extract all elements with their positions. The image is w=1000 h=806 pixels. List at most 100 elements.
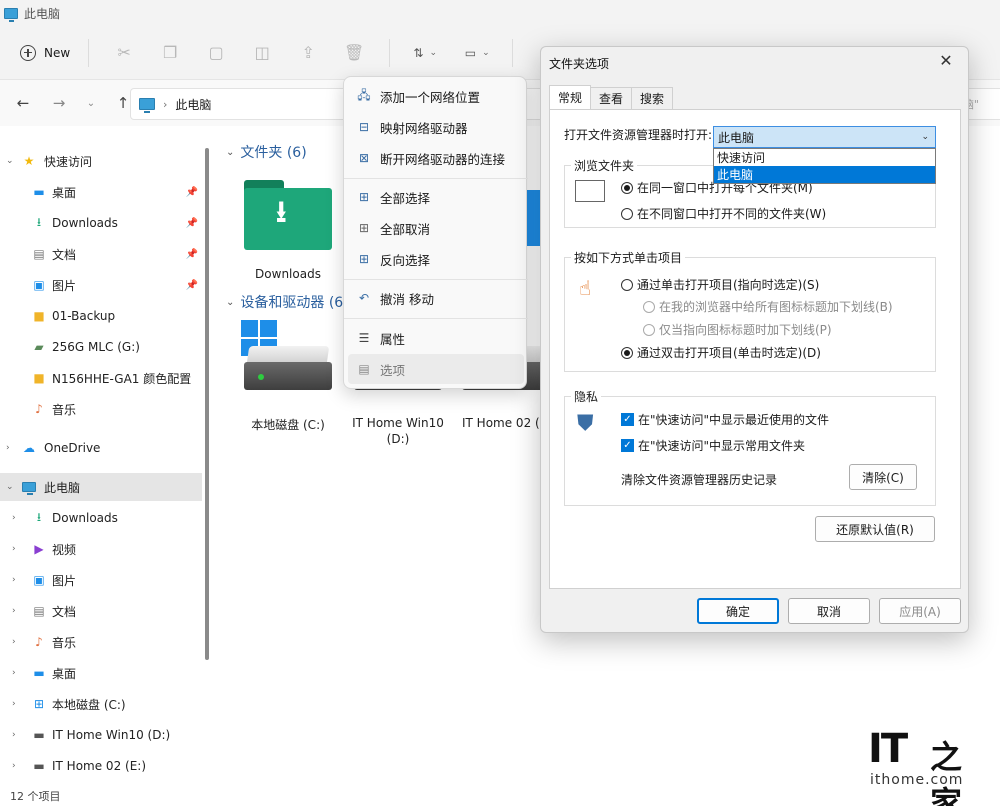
sort-button[interactable]: ⇅ ⌄ [402,46,448,60]
chevron-down-icon[interactable]: ⌄ [6,156,14,166]
downloads-folder-icon[interactable]: ⭳ [244,180,332,250]
options-icon: ▤ [358,362,370,376]
tab-search[interactable]: 搜索 [631,87,674,109]
menu-item-properties[interactable]: ☰ 属性 [348,323,524,353]
watermark-brand: IT [868,726,908,772]
chevron-right-icon[interactable]: › [12,699,16,709]
tab-view[interactable]: 查看 [590,87,633,109]
delete-icon[interactable]: 🗑 [331,37,377,69]
apply-button[interactable]: 应用(A) [879,598,961,624]
radio-single-click[interactable]: 通过单击打开项目(指向时选定)(S) [621,276,819,293]
sidebar-item-documents[interactable]: ▤ 文档 📌 [0,240,202,268]
picture-icon: ▣ [33,573,45,587]
menu-item-invert-selection[interactable]: ⊞ 反向选择 [348,244,524,274]
radio-underline-hover[interactable]: 仅当指向图标标题时加下划线(P) [643,321,832,338]
sidebar-item-drive-e[interactable]: › ▬ IT Home 02 (E:) [0,752,202,780]
chevron-right-icon[interactable]: › [12,575,16,585]
copy-icon[interactable]: ❐ [147,37,193,69]
cut-icon[interactable]: ✂ [101,37,147,69]
sidebar-item-downloads[interactable]: ⭳ Downloads 📌 [0,209,202,237]
sidebar-item-pc-pictures[interactable]: › ▣ 图片 [0,566,202,594]
drive-c-icon[interactable] [244,346,332,392]
sidebar-item-music[interactable]: ♪ 音乐 [0,395,202,423]
menu-item-disconnect-network-drive[interactable]: ⊠ 断开网络驱动器的连接 [348,143,524,173]
paste-icon[interactable]: ▢ [193,37,239,69]
clear-button[interactable]: 清除(C) [849,464,917,490]
rename-icon[interactable]: ◫ [239,37,285,69]
sidebar-item-pc-music[interactable]: › ♪ 音乐 [0,628,202,656]
chevron-right-icon[interactable]: › [12,668,16,678]
sidebar-item-color-profile[interactable]: ■ N156HHE-GA1 颜色配置 [0,364,202,392]
menu-item-options[interactable]: ▤ 选项 [348,354,524,384]
folder-icon: ■ [33,371,45,385]
folders-group-header[interactable]: ⌄ 文件夹 (6) [226,142,307,162]
radio-label: 仅当指向图标标题时加下划线(P) [659,323,832,337]
sidebar-item-pc-desktop[interactable]: › ▬ 桌面 [0,659,202,687]
downloads-tile-label[interactable]: Downloads [238,267,338,281]
chevron-down-icon[interactable]: ⌄ [226,147,234,158]
chevron-right-icon[interactable]: › [163,98,167,111]
devices-group-header[interactable]: ⌄ 设备和驱动器 (6 [226,292,343,312]
sidebar-item-drive-d[interactable]: › ▬ IT Home Win10 (D:) [0,721,202,749]
close-icon[interactable]: ✕ [936,51,956,71]
browse-folders-illustration [575,180,605,202]
chevron-right-icon[interactable]: › [12,513,16,523]
sidebar-item-pc-downloads[interactable]: › ⭳ Downloads [0,504,202,532]
drive-d-label[interactable]: IT Home Win10 [348,416,448,430]
share-icon[interactable]: ⇪ [285,37,331,69]
forward-icon[interactable]: → [44,88,74,118]
chevron-right-icon[interactable]: › [12,544,16,554]
sidebar-item-drive-c[interactable]: › ⊞ 本地磁盘 (C:) [0,690,202,718]
recent-locations-icon[interactable]: ⌄ [76,88,106,118]
drive-c-label[interactable]: 本地磁盘 (C:) [238,416,338,433]
open-explorer-select[interactable]: 此电脑 ⌄ [713,126,936,148]
view-button[interactable]: ▭ ⌄ [454,46,500,60]
radio-different-window[interactable]: 在不同窗口中打开不同的文件夹(W) [621,205,826,222]
breadcrumb-this-pc[interactable]: 此电脑 [175,96,211,113]
sidebar-item-videos[interactable]: › ▶ 视频 [0,535,202,563]
menu-item-add-network-location[interactable]: 🖧 添加一个网络位置 [348,81,524,111]
cancel-button[interactable]: 取消 [788,598,870,624]
checkbox-show-frequent-folders[interactable]: ✓ 在"快速访问"中显示常用文件夹 [621,437,805,454]
new-button[interactable]: New [14,39,76,67]
pin-icon: 📌 [185,248,198,260]
menu-item-select-all[interactable]: ⊞ 全部选择 [348,182,524,212]
sidebar-item-drive-g[interactable]: ▰ 256G MLC (G:) [0,333,202,361]
sidebar-item-onedrive[interactable]: › ☁ OneDrive [0,434,202,462]
chevron-down-icon[interactable]: ⌄ [6,482,14,492]
sidebar-item-pc-documents[interactable]: › ▤ 文档 [0,597,202,625]
radio-underline-all[interactable]: 在我的浏览器中给所有图标标题加下划线(B) [643,298,893,315]
radio-double-click[interactable]: 通过双击打开项目(单击时选定)(D) [621,344,821,361]
view-icon: ▭ [464,45,477,60]
click-items-group: 按如下方式单击项目 ☝ 通过单击打开项目(指向时选定)(S) 在我的浏览器中给所… [564,249,936,372]
sidebar-item-quick-access[interactable]: ⌄ ★ 快速访问 [0,147,202,175]
drive-e-label[interactable]: IT Home 02 (E [462,416,542,430]
radio-label: 在不同窗口中打开不同的文件夹(W) [637,207,827,221]
chevron-down-icon[interactable]: ⌄ [226,297,234,308]
checkbox-show-recent-files[interactable]: ✓ 在"快速访问"中显示最近使用的文件 [621,411,829,428]
option-this-pc[interactable]: 此电脑 [714,166,935,183]
menu-item-undo-move[interactable]: ↶ 撤消 移动 [348,283,524,313]
ok-button[interactable]: 确定 [697,598,779,624]
sidebar-item-desktop[interactable]: ▬ 桌面 📌 [0,178,202,206]
drive-d-label-letter[interactable]: (D:) [348,432,448,446]
chevron-right-icon[interactable]: › [12,730,16,740]
sidebar-item-this-pc[interactable]: ⌄ 此电脑 [0,473,202,501]
sidebar-scrollbar[interactable] [205,148,209,660]
chevron-right-icon[interactable]: › [12,761,16,771]
chevron-right-icon[interactable]: › [12,606,16,616]
back-icon[interactable]: ← [8,88,38,118]
menu-item-label: 全部选择 [380,190,431,206]
menu-item-map-network-drive[interactable]: ⊟ 映射网络驱动器 [348,112,524,142]
chevron-right-icon[interactable]: › [6,443,10,453]
chevron-right-icon[interactable]: › [12,637,16,647]
cloud-icon: ☁ [23,441,35,455]
option-quick-access[interactable]: 快速访问 [714,149,935,166]
menu-item-label: 选项 [380,362,406,378]
tab-general[interactable]: 常规 [549,85,592,109]
menu-item-label: 添加一个网络位置 [380,89,481,105]
menu-item-select-none[interactable]: ⊞ 全部取消 [348,213,524,243]
restore-defaults-button[interactable]: 还原默认值(R) [815,516,935,542]
sidebar-item-backup[interactable]: ■ 01-Backup [0,302,202,330]
sidebar-item-pictures[interactable]: ▣ 图片 📌 [0,271,202,299]
